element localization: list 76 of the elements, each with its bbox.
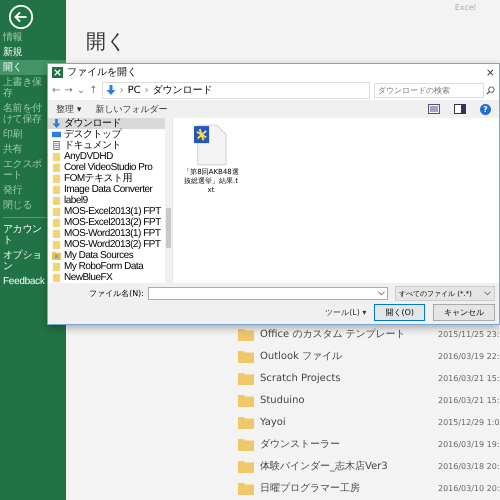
folder-date: 2015/12/29 1:0 (438, 418, 500, 426)
breadcrumb-item[interactable]: PC (128, 84, 141, 96)
sidebar-item[interactable]: Feedback (3, 276, 46, 287)
preview-pane-icon[interactable] (454, 104, 466, 114)
nav-arrow-button[interactable]: → (64, 84, 73, 96)
document-icon (52, 141, 61, 150)
breadcrumb-item[interactable]: ダウンロード (152, 83, 213, 97)
folder-name[interactable]: ダウンストーラー (260, 437, 438, 451)
app-label: Excel (454, 3, 476, 12)
folder-name[interactable]: Scratch Projects (260, 372, 438, 384)
folder-icon (238, 482, 254, 494)
folder-date: 2016/03/21 15: (438, 396, 500, 404)
folder-date: 2016/03/18 20: (438, 462, 500, 470)
spreadsheet-app-icon (52, 66, 63, 78)
folder-icon (52, 251, 61, 260)
nav-pane-item[interactable]: MOS-Word2013(1) FPT (48, 228, 165, 239)
folder-icon (238, 350, 254, 362)
download-arrow-icon (52, 119, 61, 128)
nav-pane-item[interactable]: ドキュメント (48, 140, 165, 151)
dialog-title: ファイルを開く (67, 66, 138, 79)
folder-name[interactable]: Studuino (260, 394, 438, 406)
download-arrow-icon (106, 85, 116, 95)
nav-pane-item[interactable]: FOMテキスト用 (48, 173, 165, 184)
nav-pane-item[interactable]: Image Data Converter (48, 184, 165, 195)
nav-pane-item[interactable]: ダウンロード (48, 118, 165, 129)
nav-pane-item[interactable]: label9 (48, 195, 165, 206)
nav-pane-item[interactable]: My RoboForm Data (48, 261, 165, 272)
sidebar-item[interactable]: アカウント (3, 224, 46, 246)
sidebar-item[interactable]: 新規 (3, 47, 46, 58)
folder-icon (238, 328, 254, 340)
nav-pane-item[interactable]: Corel VideoStudio Pro (48, 162, 165, 173)
folder-date: 2016/03/10 20: (438, 484, 500, 492)
folder-name[interactable]: 日曜プログラマー工房 (260, 481, 438, 495)
search-icon[interactable] (486, 86, 495, 94)
nav-arrow-button[interactable]: ↑ (89, 84, 98, 96)
sidebar-item[interactable]: オプション (3, 250, 46, 272)
folder-date: 2015/11/25 23: (438, 330, 500, 338)
new-folder-button[interactable]: 新しいフォルダー (95, 102, 168, 116)
help-button[interactable]: ? (480, 104, 491, 114)
nav-arrow-button[interactable]: ⌄ (76, 84, 86, 96)
file-name-label: ファイル名(N): (88, 288, 144, 299)
breadcrumb-separator: › (120, 84, 124, 96)
folder-date: 2016/03/19 19: (438, 440, 500, 448)
breadcrumb-separator: › (144, 84, 149, 96)
text-file-icon[interactable] (194, 124, 228, 166)
file-name-field[interactable] (148, 287, 388, 300)
nav-pane-item[interactable]: MOS-Excel2013(2) FPT (48, 217, 165, 228)
nav-pane-item[interactable]: NewBlueFX (48, 272, 165, 283)
tools-menu[interactable]: ツール(L) ▾ (325, 307, 366, 318)
folder-date: 2016/03/21 15: (438, 374, 500, 382)
folder-icon (238, 372, 254, 384)
folder-name[interactable]: Office のカスタム テンプレート (260, 327, 438, 341)
folder-icon (238, 438, 254, 450)
search-field[interactable]: ダウンロードの検索 (374, 82, 484, 98)
folder-icon (238, 416, 254, 428)
desktop-icon (52, 130, 61, 139)
view-options-icon[interactable] (428, 104, 440, 114)
address-bar[interactable]: › PC › ダウンロード (102, 82, 370, 98)
folder-name[interactable]: Yayoi (260, 416, 438, 428)
open-button[interactable]: 開く(O) (374, 304, 425, 321)
close-button[interactable]: × (486, 66, 495, 78)
nav-pane-item[interactable]: My Data Sources (48, 250, 165, 261)
folder-icon (238, 394, 254, 406)
nav-pane-item[interactable]: MOS-Excel2013(1) FPT (48, 206, 165, 217)
chevron-down-icon (484, 291, 491, 296)
page-title: 開く (86, 28, 126, 55)
folder-name[interactable]: 体験バインダー_志木店Ver3 (260, 459, 438, 473)
organize-menu[interactable]: 整理 ▾ (56, 102, 82, 116)
cancel-button[interactable]: キャンセル (433, 304, 495, 321)
nav-arrow-button[interactable]: ← (52, 84, 60, 96)
nav-pane-item[interactable]: MOS-Word2013(2) FPT (48, 239, 165, 250)
folder-date: 2016/03/19 22: (438, 352, 500, 360)
folder-icon (238, 460, 254, 472)
nav-pane-item[interactable]: デスクトップ (48, 129, 165, 140)
nav-pane-item[interactable]: AnyDVDHD (48, 151, 165, 162)
folder-name[interactable]: Outlook ファイル (260, 349, 438, 363)
